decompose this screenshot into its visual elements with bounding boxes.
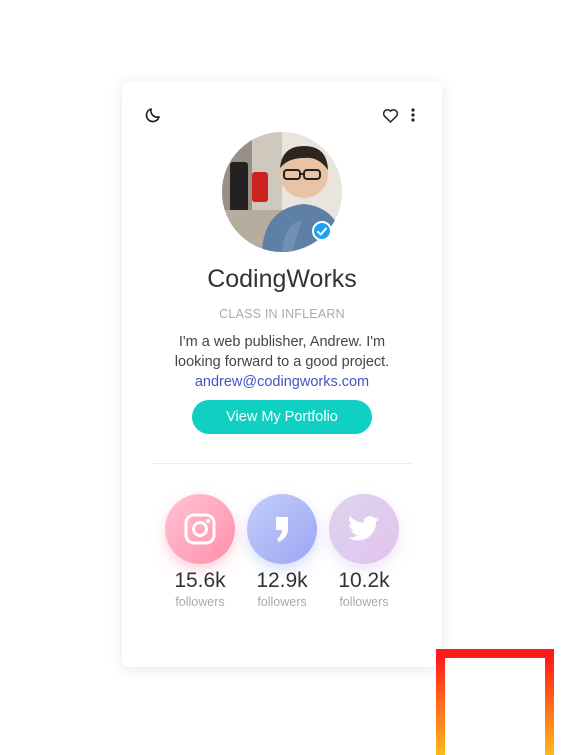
profile-name: CodingWorks	[207, 265, 357, 293]
avatar[interactable]	[222, 132, 342, 252]
gradient-frame	[436, 649, 554, 755]
profile-subtitle: CLASS IN INFLEARN	[219, 307, 345, 321]
brunch-icon[interactable]	[247, 494, 317, 564]
heart-icon[interactable]	[379, 105, 401, 125]
twitter-follower-label: followers	[339, 595, 389, 609]
email-link[interactable]: andrew@codingworks.com	[122, 372, 442, 392]
instagram-follower-count: 15.6k	[174, 569, 226, 592]
twitter-follower-count: 10.2k	[338, 569, 390, 592]
view-portfolio-button[interactable]: View My Portfolio	[192, 400, 372, 434]
more-vertical-icon[interactable]	[406, 105, 420, 125]
profile-bio: I'm a web publisher, Andrew. I'm looking…	[122, 332, 442, 372]
instagram-icon[interactable]	[165, 494, 235, 564]
profile-card: CodingWorks CLASS IN INFLEARN I'm a web …	[122, 82, 442, 667]
bio-line-1: I'm a web publisher, Andrew. I'm	[178, 334, 386, 350]
social-twitter: 10.2k followers	[329, 494, 399, 609]
divider	[152, 463, 412, 464]
verified-check-icon	[312, 221, 332, 241]
social-brunch: 12.9k followers	[247, 494, 317, 609]
brunch-follower-count: 12.9k	[256, 569, 308, 592]
moon-icon[interactable]	[142, 104, 164, 126]
instagram-follower-label: followers	[175, 595, 225, 609]
twitter-icon[interactable]	[329, 494, 399, 564]
bio-line-2: looking forward to a good project.	[174, 354, 390, 370]
brunch-follower-label: followers	[257, 595, 307, 609]
social-instagram: 15.6k followers	[165, 494, 235, 609]
